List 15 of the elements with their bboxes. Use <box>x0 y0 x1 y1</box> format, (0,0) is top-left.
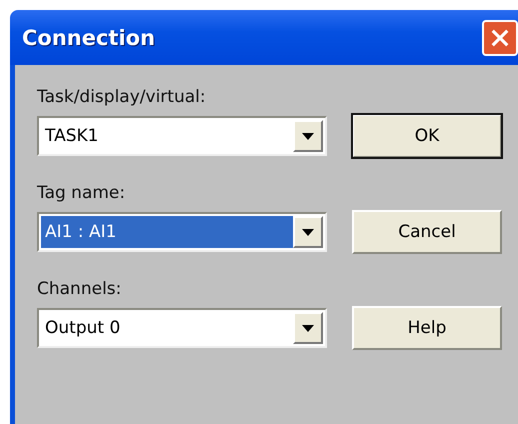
caret-icon <box>302 228 314 236</box>
close-icon <box>490 27 510 49</box>
caret-icon <box>302 132 314 140</box>
dropdown-field[interactable]: AI1 : AI1 <box>37 212 327 252</box>
dialog-button[interactable]: Cancel <box>352 210 502 254</box>
caret-icon <box>302 324 314 332</box>
dropdown-field[interactable]: TASK1 <box>37 116 327 156</box>
dialog-button[interactable]: OK <box>352 114 502 158</box>
field-label: Tag name: <box>37 183 126 203</box>
close-button[interactable] <box>482 20 518 56</box>
field-label: Channels: <box>37 279 122 299</box>
field-label: Task/display/virtual: <box>37 87 206 107</box>
window-title: Connection <box>22 26 156 50</box>
dialog-button[interactable]: Help <box>352 306 502 350</box>
dropdown-field[interactable]: Output 0 <box>37 308 327 348</box>
